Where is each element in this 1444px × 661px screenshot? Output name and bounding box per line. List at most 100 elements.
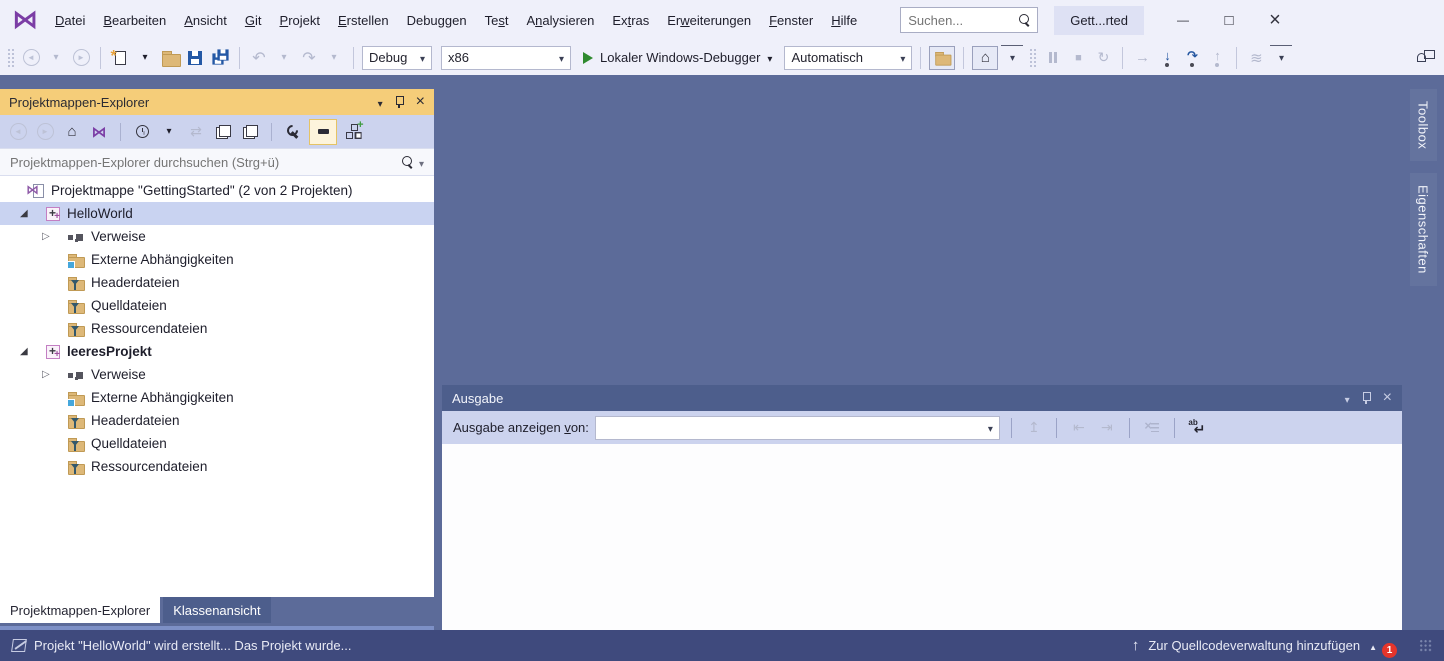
toolbar-drag-grip[interactable] [1029,48,1036,68]
menu-fenster[interactable]: Fenster [760,7,822,34]
show-next-statement-button[interactable] [1131,45,1153,71]
se-back-button[interactable] [7,119,29,145]
tree-item-verweise[interactable]: Verweise [0,363,434,386]
start-debugging-button[interactable]: Lokaler Windows-Debugger [574,45,781,71]
menu-test[interactable]: Test [476,7,518,34]
menu-projekt[interactable]: Projekt [271,7,329,34]
restart-button[interactable] [1092,45,1114,71]
se-filter-dropdown[interactable] [158,119,180,145]
menu-extras[interactable]: Extras [603,7,658,34]
close-button[interactable] [1252,0,1298,40]
redo-dropdown[interactable] [323,45,345,71]
navigate-back-button[interactable] [20,45,42,71]
solution-name-badge[interactable]: Gett...rted [1054,6,1144,35]
diagnostic-tools-button[interactable] [972,46,998,70]
se-forward-button[interactable] [34,119,56,145]
tree-item-leeresprojekt[interactable]: leeresProjekt [0,340,434,363]
tree-item-quelldateien[interactable]: Quelldateien [0,294,434,317]
se-collapse-all-button[interactable] [212,119,234,145]
step-out-button[interactable]: ↑ [1206,45,1228,71]
menu-datei[interactable]: Datei [46,7,94,34]
toolbar-drag-grip[interactable] [7,48,14,68]
tree-item-ressourcendateien[interactable]: Ressourcendateien [0,455,434,478]
se-pending-changes-filter-button[interactable] [131,119,153,145]
diagnostic-tools-dropdown[interactable] [1001,45,1023,71]
search-options-dropdown[interactable] [419,155,424,170]
output-source-dropdown[interactable] [595,416,1000,440]
tree-item-externe-abh-ngigkeiten[interactable]: Externe Abhängigkeiten [0,386,434,409]
solution-explorer-search-input[interactable] [10,155,395,170]
navigate-back-dropdown[interactable] [45,45,67,71]
menu-bearbeiten[interactable]: Bearbeiten [94,7,175,34]
tree-item-ressourcendateien[interactable]: Ressourcendateien [0,317,434,340]
tree-item-headerdateien[interactable]: Headerdateien [0,271,434,294]
menu-git[interactable]: Git [236,7,271,34]
se-preview-selected-toggle[interactable] [309,119,337,145]
step-into-button[interactable]: ↓ [1156,45,1178,71]
undo-dropdown[interactable] [273,45,295,71]
new-file-dropdown[interactable] [134,45,156,71]
goto-message-button[interactable] [1023,415,1045,441]
tree-item-verweise[interactable]: Verweise [0,225,434,248]
menu-hilfe[interactable]: Hilfe [822,7,866,34]
window-position-dropdown[interactable] [378,95,383,110]
tree-item-externe-abh-ngigkeiten[interactable]: Externe Abhängigkeiten [0,248,434,271]
tab-toolbox[interactable]: Toolbox [1410,89,1437,161]
menu-ansicht[interactable]: Ansicht [175,7,236,34]
se-switch-views-button[interactable] [88,119,110,145]
open-file-button[interactable] [159,45,181,71]
configuration-dropdown[interactable]: Debug [362,46,432,70]
send-feedback-button[interactable] [1414,45,1436,71]
redo-button[interactable] [298,45,320,71]
minimize-button[interactable] [1160,0,1206,40]
expand-arrow-icon[interactable] [42,369,68,380]
hot-reload-button[interactable] [1245,45,1267,71]
tab-projektmappen-explorer[interactable]: Projektmappen-Explorer [0,597,160,623]
toolbar-options-dropdown[interactable] [1270,45,1292,71]
se-sync-button[interactable] [185,119,207,145]
expand-arrow-icon[interactable] [42,231,68,242]
resize-grip[interactable] [1419,639,1432,652]
menu-debuggen[interactable]: Debuggen [398,7,476,34]
solution-explorer-titlebar[interactable]: Projektmappen-Explorer [0,89,434,115]
clear-all-button[interactable] [1141,415,1163,441]
source-control-menu-caret[interactable] [1369,638,1377,653]
add-to-source-control-button[interactable]: Zur Quellcodeverwaltung hinzufügen [1148,638,1360,653]
find-in-files-button[interactable] [929,46,955,70]
step-over-button[interactable]: ↷ [1181,45,1203,71]
menu-erstellen[interactable]: Erstellen [329,7,398,34]
previous-message-button[interactable] [1068,415,1090,441]
output-titlebar[interactable]: Ausgabe [442,385,1402,411]
collapse-arrow-icon[interactable] [20,208,46,219]
collapse-arrow-icon[interactable] [20,346,46,357]
save-all-button[interactable] [209,45,231,71]
tree-item-quelldateien[interactable]: Quelldateien [0,432,434,455]
tab-klassenansicht[interactable]: Klassenansicht [163,597,270,623]
attach-type-dropdown[interactable]: Automatisch [784,46,912,70]
save-button[interactable] [184,45,206,71]
next-message-button[interactable] [1096,415,1118,441]
word-wrap-toggle[interactable] [1186,415,1208,441]
se-home-button[interactable] [61,119,83,145]
stop-button[interactable] [1067,45,1089,71]
window-position-dropdown[interactable] [1345,391,1350,406]
platform-dropdown[interactable]: x86 [441,46,571,70]
new-file-button[interactable] [109,45,131,71]
undo-button[interactable] [248,45,270,71]
pin-icon[interactable] [395,95,404,109]
solution-explorer-search-box[interactable] [0,148,434,176]
close-icon[interactable] [1383,389,1392,407]
tree-item-headerdateien[interactable]: Headerdateien [0,409,434,432]
navigate-forward-button[interactable] [70,45,92,71]
pin-icon[interactable] [1362,391,1371,405]
close-icon[interactable] [416,93,425,111]
menu-analysieren[interactable]: Analysieren [517,7,603,34]
maximize-button[interactable] [1206,0,1252,40]
pause-button[interactable] [1042,45,1064,71]
menu-erweiterungen[interactable]: Erweiterungen [658,7,760,34]
se-show-all-files-button[interactable]: + [342,119,364,145]
tree-item-projektmappe-gettingstarted-2-von-2-projekten[interactable]: Projektmappe "GettingStarted" (2 von 2 P… [0,179,434,202]
se-properties-button[interactable] [282,119,304,145]
se-properties-pages-button[interactable] [239,119,261,145]
global-search-input[interactable] [908,13,1018,28]
